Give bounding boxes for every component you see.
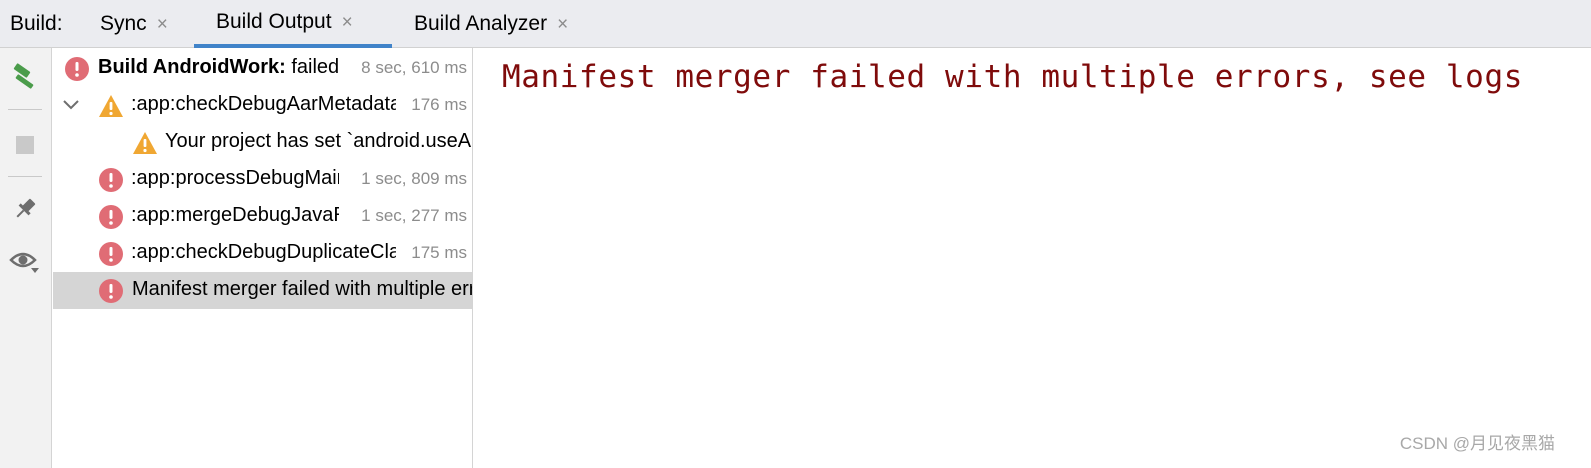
tab-sync-label: Sync [100, 12, 147, 35]
tree-row-merge-java-resource[interactable]: :app:mergeDebugJavaResource 1 sec, 277 m… [53, 198, 472, 235]
tree-row-duration: 1 sec, 277 ms [361, 206, 467, 226]
tree-row-manifest-merger-failed[interactable]: Manifest merger failed with multiple err… [53, 272, 472, 309]
error-icon [65, 57, 89, 81]
watermark-text: CSDN @月见夜黑猫 [1399, 434, 1555, 453]
tree-row-label: Manifest merger failed with multiple err… [132, 278, 472, 300]
stop-button[interactable] [8, 128, 42, 162]
hammer-icon [13, 63, 34, 89]
view-options-button[interactable] [8, 244, 42, 278]
tree-row-label: :app:checkDebugAarMetadata [131, 93, 396, 115]
error-icon [99, 205, 123, 229]
build-tool-window: Build: Sync × Build Output × Build Analy… [0, 0, 1591, 468]
tree-row-warning-message[interactable]: Your project has set `android.useAndroid… [53, 124, 472, 161]
error-icon [99, 279, 123, 303]
tree-row-process-manifest[interactable]: :app:processDebugMainManifest 1 sec, 809… [53, 161, 472, 198]
toolbar-separator [8, 109, 42, 110]
pin-icon [16, 198, 36, 218]
error-icon [99, 242, 123, 266]
eye-icon [9, 252, 39, 273]
build-tree: Build AndroidWork: failed 8 sec, 610 ms … [53, 48, 473, 468]
tree-row-build-root[interactable]: Build AndroidWork: failed 8 sec, 610 ms [53, 50, 472, 87]
tab-build-analyzer[interactable]: Build Analyzer × [414, 0, 568, 48]
warning-icon [99, 95, 123, 117]
pin-button[interactable] [8, 192, 42, 226]
tree-row-label: :app:checkDebugDuplicateClasses [131, 241, 396, 263]
console-error-line: Manifest merger failed with multiple err… [502, 59, 1523, 95]
tree-row-duration: 1 sec, 809 ms [361, 169, 467, 189]
warning-icon [133, 132, 157, 154]
tab-build-output-label: Build Output [216, 10, 332, 33]
tab-build-output[interactable]: Build Output × [194, 0, 392, 48]
tree-row-check-duplicate-classes[interactable]: :app:checkDebugDuplicateClasses 175 ms [53, 235, 472, 272]
tab-build-output-close-icon[interactable]: × [342, 13, 353, 32]
stop-icon [16, 136, 34, 154]
tab-bar-title: Build: [10, 12, 63, 35]
tab-sync[interactable]: Sync × [97, 0, 168, 48]
tree-row-label: Build AndroidWork: failed [98, 56, 338, 78]
tree-row-label: :app:mergeDebugJavaResource [131, 204, 339, 226]
build-button[interactable] [8, 60, 42, 94]
tree-row-duration: 8 sec, 610 ms [361, 58, 467, 78]
error-icon [99, 168, 123, 192]
console-output[interactable]: Manifest merger failed with multiple err… [474, 48, 1591, 468]
tab-build-analyzer-label: Build Analyzer [414, 12, 548, 35]
toolbar-separator [8, 176, 42, 177]
tab-build-analyzer-close-icon[interactable]: × [557, 15, 568, 34]
tree-row-duration: 176 ms [411, 95, 467, 115]
tree-row-check-aar-metadata[interactable]: :app:checkDebugAarMetadata 176 ms [53, 87, 472, 124]
tab-bar: Build: Sync × Build Output × Build Analy… [0, 0, 1591, 48]
tree-row-label: Your project has set `android.useAndroid… [165, 130, 472, 152]
tree-row-duration: 175 ms [411, 243, 467, 263]
tree-row-label: :app:processDebugMainManifest [131, 167, 339, 189]
chevron-down-icon[interactable] [61, 95, 81, 115]
tab-sync-close-icon[interactable]: × [157, 15, 168, 34]
left-toolbar [0, 48, 52, 468]
